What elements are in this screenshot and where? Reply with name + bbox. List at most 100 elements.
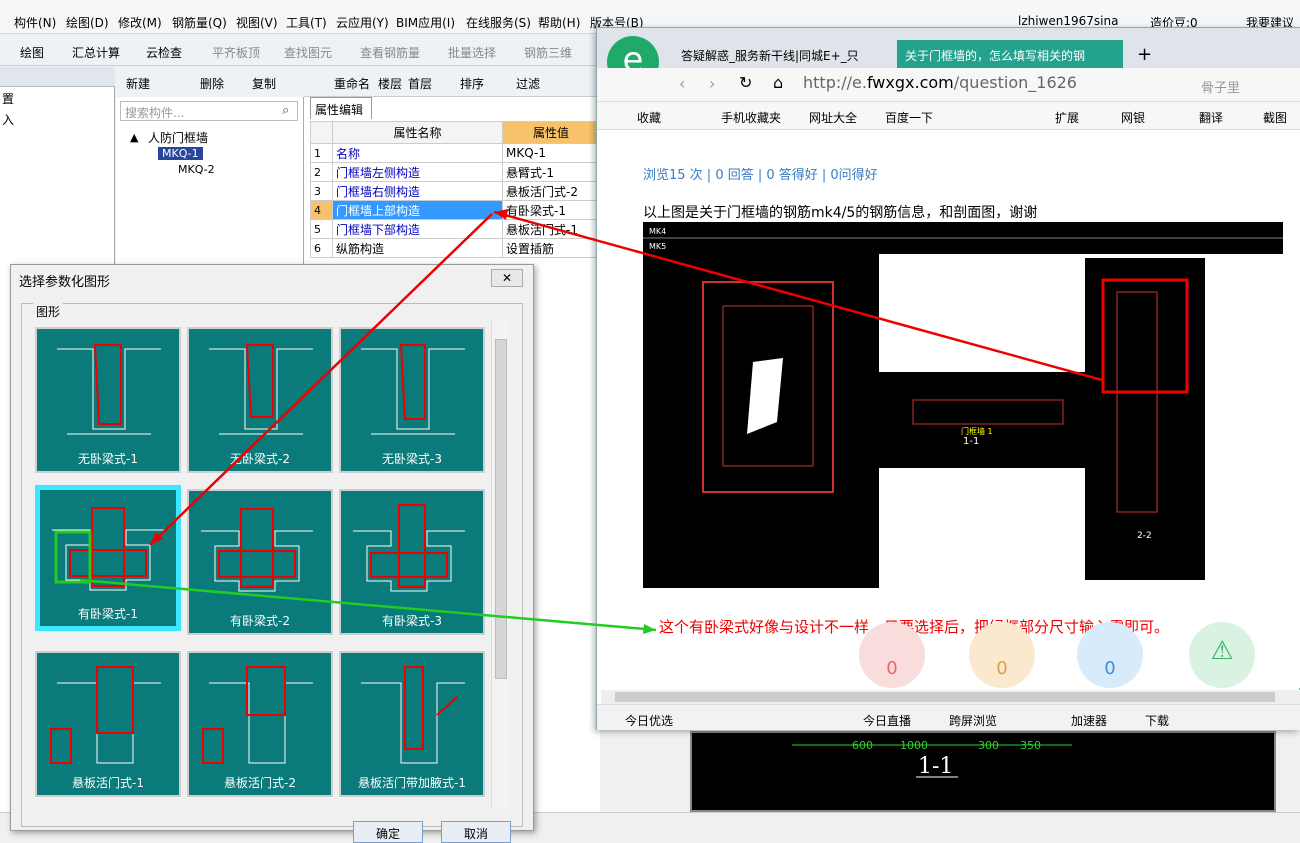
bookmark-item[interactable]: 网银 <box>1121 109 1145 126</box>
favorite-button[interactable]: 0 <box>969 622 1035 688</box>
tree-root[interactable]: 人防门框墙 <box>148 129 208 146</box>
shape-tile[interactable]: 无卧梁式-3 <box>339 327 485 473</box>
scroll-thumb[interactable] <box>615 692 1275 702</box>
tree-toggle-icon[interactable]: ▲ <box>130 131 138 144</box>
menu-item[interactable]: 云应用(Y) <box>336 14 389 31</box>
status-item[interactable]: 今日优选 <box>625 712 673 729</box>
cad-drawing-area[interactable]: 600 1000 300 350 1-1 <box>690 731 1276 812</box>
menu-item[interactable]: 在线服务(S) <box>466 14 531 31</box>
bookmark-item[interactable]: 手机收藏夹 <box>721 109 781 126</box>
bookmark-item[interactable]: 百度一下 <box>885 109 933 126</box>
table-row[interactable]: 1 名称 MKQ-1 <box>310 143 600 163</box>
shape-tile-selected[interactable]: 有卧梁式-1 <box>35 485 181 631</box>
back-icon[interactable]: ‹ <box>679 74 685 93</box>
search-box[interactable]: 骨子里 <box>1201 77 1240 96</box>
left-label: 置 <box>2 92 15 106</box>
select-shape-dialog: 选择参数化图形 ✕ 图形 无卧梁式-1 无卧梁式-2 无卧梁式-3 有卧梁式-1… <box>10 264 534 843</box>
delete-button[interactable]: 删除 <box>200 75 224 92</box>
cad-row-label: MK4 <box>649 227 666 236</box>
sort-button[interactable]: 排序 <box>460 75 484 92</box>
filter-button[interactable]: 过滤 <box>516 75 540 92</box>
tab-property-edit[interactable]: 属性编辑 <box>310 97 372 119</box>
status-item[interactable]: 今日直播 <box>863 712 911 729</box>
share-button[interactable]: 0 <box>1077 622 1143 688</box>
green-highlight-box <box>54 530 92 584</box>
tree-item[interactable]: MKQ-1 <box>158 147 203 160</box>
menu-item[interactable]: 钢筋量(Q) <box>172 14 227 31</box>
question-stats: 浏览15 次 | 0 回答 | 0 答得好 | 0问得好 <box>643 168 878 183</box>
close-icon[interactable]: ✕ <box>491 269 523 287</box>
menu-item[interactable]: 修改(M) <box>118 14 162 31</box>
dialog-scrollbar[interactable] <box>491 319 509 809</box>
browser-tab-bar: e 答疑解惑_服务新干线|同城E+_只 关于门框墙的，怎么填写相关的钢 + <box>597 28 1300 88</box>
shape-tile[interactable]: 无卧梁式-2 <box>187 327 333 473</box>
reload-icon[interactable]: ↻ <box>739 73 752 92</box>
menu-item[interactable]: 绘图(D) <box>66 14 109 31</box>
cancel-button[interactable]: 取消 <box>441 821 511 843</box>
shape-tile[interactable]: 无卧梁式-1 <box>35 327 181 473</box>
rebar-3d-button[interactable]: 钢筋三维 <box>524 44 572 61</box>
table-row-selected[interactable]: 4 门框墙上部构造 有卧梁式-1 <box>310 200 600 220</box>
browser-window: e 答疑解惑_服务新干线|同城E+_只 关于门框墙的，怎么填写相关的钢 + ‹ … <box>596 27 1300 730</box>
table-row[interactable]: 2 门框墙左侧构造 悬臂式-1 <box>310 162 600 182</box>
ok-button[interactable]: 确定 <box>353 821 423 843</box>
table-row[interactable]: 6 纵筋构造 设置插筋 <box>310 238 600 258</box>
sum-calc-button[interactable]: 汇总计算 <box>72 44 120 61</box>
search-icon[interactable]: ⌕ <box>282 103 289 118</box>
status-item[interactable]: 加速器 <box>1071 712 1107 729</box>
tile-label: 无卧梁式-3 <box>382 452 442 466</box>
bookmark-item[interactable]: 网址大全 <box>809 109 857 126</box>
browser-tab-active[interactable]: 关于门框墙的，怎么填写相关的钢 <box>897 40 1123 68</box>
draw-button[interactable]: 绘图 <box>20 44 44 61</box>
bookmark-item[interactable]: 截图 <box>1263 109 1287 126</box>
browser-tab[interactable]: 答疑解惑_服务新干线|同城E+_只 <box>673 40 867 68</box>
like-button[interactable]: 0 <box>859 622 925 688</box>
new-button[interactable]: 新建 <box>126 75 150 92</box>
browser-nav-bar: ‹ › ↻ ⌂ http://e.fwxgx.com/question_1626… <box>597 68 1300 102</box>
property-table: 属性名称 属性值 1 名称 MKQ-1 2 门框墙左侧构造 悬臂式-1 3 门框墙右侧构造悬… <box>310 121 600 258</box>
table-row[interactable]: 5 门框墙下部构造 悬板活门式-1 <box>310 219 600 239</box>
forward-icon[interactable]: › <box>709 74 715 93</box>
cloud-check-button[interactable]: 云检查 <box>146 44 182 61</box>
home-icon[interactable]: ⌂ <box>773 73 783 92</box>
batch-select-button[interactable]: 批量选择 <box>448 44 496 61</box>
status-item[interactable]: 跨屏浏览 <box>949 712 997 729</box>
rename-button[interactable]: 重命名 <box>334 75 370 92</box>
menu-item[interactable]: 视图(V) <box>236 14 278 31</box>
col-value-header: 属性值 <box>502 121 600 144</box>
search-input[interactable]: 搜索构件... <box>120 101 298 121</box>
shape-tile[interactable]: 悬板活门带加腋式-1 <box>339 651 485 797</box>
bookmark-item[interactable]: 翻译 <box>1199 109 1223 126</box>
cad-label: 1-1 <box>963 436 979 447</box>
menu-item[interactable]: BIM应用(I) <box>396 14 455 31</box>
flush-top-button[interactable]: 平齐板顶 <box>212 44 260 61</box>
shape-tile[interactable]: 有卧梁式-3 <box>339 489 485 635</box>
bookmark-item[interactable]: 扩展 <box>1055 109 1079 126</box>
dim-text: 1000 <box>900 739 928 752</box>
tree-item[interactable]: MKQ-2 <box>178 163 215 176</box>
menu-item[interactable]: 工具(T) <box>286 14 327 31</box>
copy-button[interactable]: 复制 <box>252 75 276 92</box>
shape-tile[interactable]: 悬板活门式-1 <box>35 651 181 797</box>
tile-label: 悬板活门式-1 <box>72 776 144 790</box>
view-rebar-button[interactable]: 查看钢筋量 <box>360 44 420 61</box>
new-tab-icon[interactable]: + <box>1137 44 1152 65</box>
menu-item[interactable]: 构件(N) <box>14 14 56 31</box>
find-element-button[interactable]: 查找图元 <box>284 44 332 61</box>
shape-tile[interactable]: 悬板活门式-2 <box>187 651 333 797</box>
table-row[interactable]: 3 门框墙右侧构造 悬板活门式-2 <box>310 181 600 201</box>
status-item[interactable]: 下载 <box>1145 712 1169 729</box>
dimension-drawing: 600 1000 300 350 1-1 <box>792 739 1072 779</box>
report-icon[interactable]: ⚠ <box>1189 622 1255 688</box>
bookmarks-bar: 收藏 手机收藏夹 网址大全 百度一下 扩展 网银 翻译 截图 <box>597 102 1300 130</box>
tile-label: 无卧梁式-2 <box>230 452 290 466</box>
horizontal-scrollbar[interactable] <box>601 690 1300 704</box>
tile-label: 悬板活门式-2 <box>224 776 296 790</box>
bookmark-item[interactable]: 收藏 <box>637 109 661 126</box>
scroll-thumb[interactable] <box>495 339 507 679</box>
shape-tile[interactable]: 有卧梁式-2 <box>187 489 333 635</box>
user-name[interactable]: lzhiwen1967sina <box>1018 14 1118 28</box>
floor-select[interactable]: 首层 <box>408 75 432 92</box>
section-label: 1-1 <box>918 754 953 779</box>
menu-item[interactable]: 帮助(H) <box>538 14 580 31</box>
